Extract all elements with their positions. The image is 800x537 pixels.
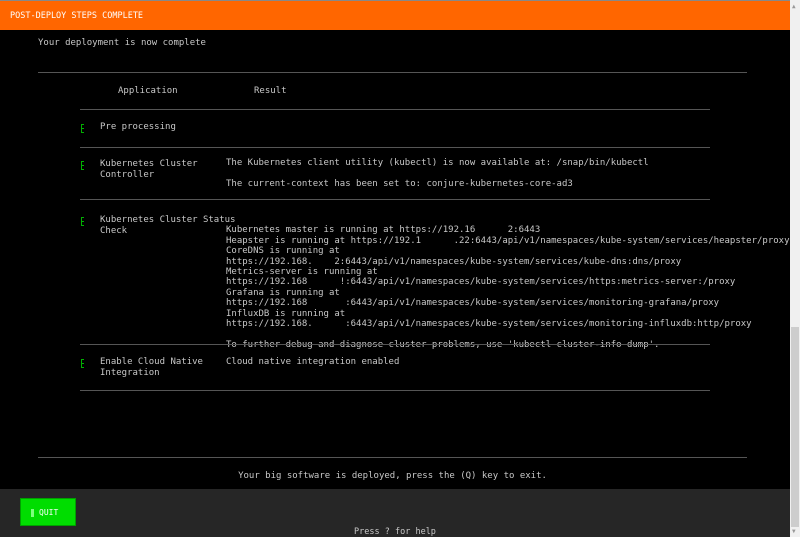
column-header-result: Result [254,86,287,96]
help-hint: Press ? for help [354,527,436,537]
divider [80,344,710,345]
cursor-icon [31,509,34,517]
title-bar: POST-DEPLOY STEPS COMPLETE [0,0,790,30]
application-name: Kubernetes Cluster Status Check [100,215,236,236]
footer-bar: QUIT Press ? for help [0,489,790,537]
check-box-icon [81,161,84,170]
scroll-down-icon[interactable]: ▼ [792,528,796,535]
divider [38,72,747,73]
application-name: Kubernetes Cluster Controller [100,159,198,180]
application-name: Enable Cloud Native Integration [100,357,203,378]
scroll-up-icon[interactable]: ▲ [792,3,796,10]
quit-button[interactable]: QUIT [20,498,76,526]
application-name: Pre processing [100,122,176,132]
scrollbar-thumb[interactable] [791,327,799,527]
divider [80,390,710,391]
result-text: The Kubernetes client utility (kubectl) … [226,158,649,189]
check-box-icon [81,359,84,368]
scrollbar[interactable]: ▲ ▼ [790,0,800,537]
result-text: Kubernetes master is running at https://… [226,225,790,349]
divider [80,109,710,110]
result-text: Cloud native integration enabled [226,357,400,367]
divider [80,199,710,200]
check-box-icon [81,217,84,226]
column-header-application: Application [118,86,178,96]
divider [38,457,747,458]
intro-text: Your deployment is now complete [38,38,206,48]
check-box-icon [81,124,84,133]
page-title: POST-DEPLOY STEPS COMPLETE [10,11,144,21]
divider [80,147,710,148]
summary-text: Your big software is deployed, press the… [238,471,547,481]
